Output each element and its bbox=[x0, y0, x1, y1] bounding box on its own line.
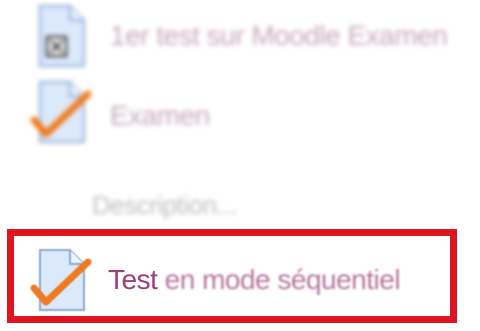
activity-link-rest: en mode séquentiel bbox=[157, 264, 401, 295]
activity-link-1er-test[interactable]: 1er test sur Moodle Examen bbox=[110, 20, 448, 52]
activity-link-first-word: Test bbox=[108, 264, 158, 295]
checkmark-document-icon bbox=[30, 80, 94, 144]
activity-test-sequentiel[interactable]: Test en mode séquentiel bbox=[0, 236, 480, 318]
checkmark-document-icon bbox=[30, 248, 94, 312]
activity-link-test-sequentiel[interactable]: Test en mode séquentiel bbox=[108, 264, 401, 296]
activity-1er-test[interactable]: 1er test sur Moodle Examen bbox=[0, 0, 480, 70]
quiz-cross-document-icon bbox=[30, 4, 94, 68]
activity-examen[interactable]: Examen bbox=[0, 72, 480, 152]
activity-link-examen[interactable]: Examen bbox=[110, 100, 210, 132]
course-page: 1er test sur Moodle Examen Examen Descri… bbox=[0, 0, 480, 331]
activity-description: Description... bbox=[92, 190, 237, 220]
